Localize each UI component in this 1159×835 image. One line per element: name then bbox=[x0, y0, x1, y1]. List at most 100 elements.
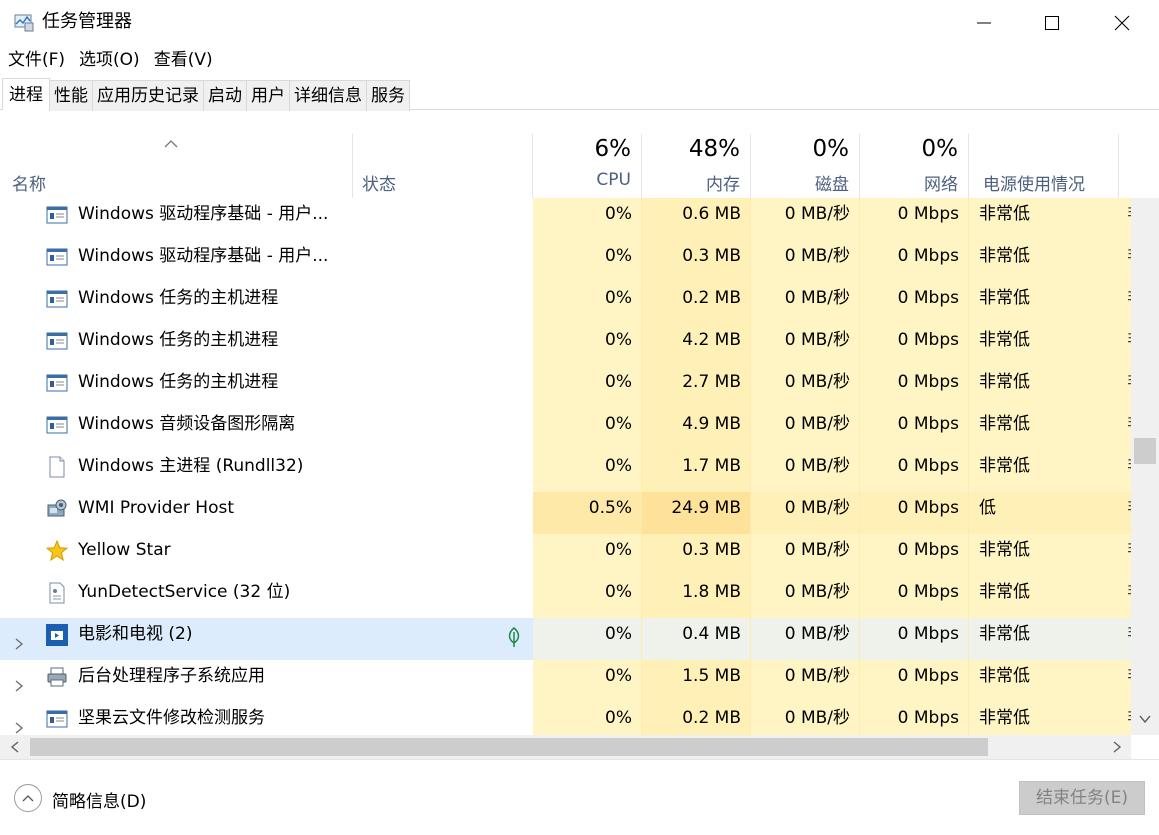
close-button[interactable] bbox=[1093, 0, 1151, 46]
process-name-cell[interactable]: Windows 任务的主机进程 bbox=[0, 324, 353, 366]
tab-app-history[interactable]: 应用历史记录 bbox=[92, 80, 204, 111]
process-name-cell[interactable]: Windows 任务的主机进程 bbox=[0, 366, 353, 408]
process-name-cell[interactable]: 电影和电视 (2) bbox=[0, 618, 353, 660]
process-name-cell[interactable]: Windows 驱动程序基础 - 用户... bbox=[0, 240, 353, 282]
process-power-trend: 非 bbox=[1119, 282, 1131, 324]
horizontal-scrollbar[interactable] bbox=[0, 735, 1131, 759]
process-power-trend: 非 bbox=[1119, 534, 1131, 576]
process-row[interactable]: Windows 驱动程序基础 - 用户... 0% 0.3 MB 0 MB/秒 0 Mb… bbox=[0, 240, 1131, 282]
vertical-scrollbar[interactable] bbox=[1131, 198, 1159, 735]
process-power-trend: 非 bbox=[1119, 492, 1131, 534]
title-bar: 任务管理器 bbox=[0, 0, 1159, 46]
chevron-right-icon[interactable] bbox=[12, 672, 26, 692]
vertical-scroll-thumb[interactable] bbox=[1134, 438, 1156, 464]
process-row[interactable]: Windows 音频设备图形隔离 0%4.9 MB0 MB/秒0 Mbps非常低非 bbox=[0, 408, 1131, 450]
column-header-cpu[interactable]: 6% CPU bbox=[533, 134, 642, 198]
process-name: Windows 任务的主机进程 bbox=[78, 372, 279, 392]
process-cpu: 0% bbox=[533, 240, 642, 282]
process-memory: 0.2 MB bbox=[642, 282, 751, 324]
process-name-cell[interactable]: 后台处理程序子系统应用 bbox=[0, 660, 353, 702]
movies-tv-icon bbox=[46, 624, 68, 646]
column-header-name-label: 名称 bbox=[12, 175, 46, 195]
process-row[interactable]: 电影和电视 (2) 0%0.4 MB0 MB/秒0 Mbps非常低非 bbox=[0, 618, 1131, 660]
scroll-right-arrow-icon[interactable] bbox=[1110, 740, 1124, 754]
process-name-cell[interactable]: Windows 音频设备图形隔离 bbox=[0, 408, 353, 450]
process-row[interactable]: Windows 任务的主机进程 0%2.7 MB0 MB/秒0 Mbps非常低非 bbox=[0, 366, 1131, 408]
process-memory: 1.8 MB bbox=[642, 576, 751, 618]
fewer-details-button[interactable] bbox=[14, 784, 42, 812]
sort-ascending-icon bbox=[163, 134, 179, 153]
process-name: Windows 驱动程序基础 - 用户... bbox=[78, 246, 329, 266]
column-header-disk-label: 磁盘 bbox=[815, 175, 849, 195]
scroll-down-arrow-icon[interactable] bbox=[1138, 712, 1152, 726]
process-name-cell[interactable]: Yellow Star bbox=[0, 534, 353, 576]
process-network: 0 Mbps bbox=[860, 198, 969, 240]
window-app-icon bbox=[46, 288, 68, 310]
process-name: 电影和电视 (2) bbox=[78, 624, 193, 644]
menu-view[interactable]: 查看(V) bbox=[146, 46, 213, 74]
memory-total-percent: 48% bbox=[688, 136, 740, 162]
tab-users[interactable]: 用户 bbox=[246, 80, 290, 111]
tab-processes[interactable]: 进程 bbox=[2, 78, 50, 110]
tab-startup[interactable]: 启动 bbox=[203, 80, 247, 111]
process-disk: 0 MB/秒 bbox=[751, 450, 860, 492]
process-power-usage: 非常低 bbox=[969, 324, 1119, 366]
process-row[interactable]: 后台处理程序子系统应用 0%1.5 MB0 MB/秒0 Mbps非常低非 bbox=[0, 660, 1131, 702]
process-power-trend: 非 bbox=[1119, 240, 1131, 282]
process-name-cell[interactable]: 坚果云文件修改检测服务 bbox=[0, 702, 353, 735]
column-header-disk[interactable]: 0% 磁盘 bbox=[751, 134, 860, 198]
process-name-cell[interactable]: Windows 驱动程序基础 - 用户... bbox=[0, 198, 353, 240]
maximize-button[interactable] bbox=[1023, 0, 1081, 46]
process-row[interactable]: 坚果云文件修改检测服务 0%0.2 MB0 MB/秒0 Mbps非常低非 bbox=[0, 702, 1131, 735]
process-row[interactable]: Windows 驱动程序基础 - 用户... 0% 0.6 MB 0 MB/秒 0 Mb… bbox=[0, 198, 1131, 240]
window-title: 任务管理器 bbox=[42, 11, 132, 32]
tab-performance[interactable]: 性能 bbox=[49, 80, 93, 111]
process-power-usage: 非常低 bbox=[969, 450, 1119, 492]
process-memory: 1.5 MB bbox=[642, 660, 751, 702]
process-name-cell[interactable]: Windows 任务的主机进程 bbox=[0, 282, 353, 324]
process-row[interactable]: Yellow Star 0%0.3 MB0 MB/秒0 Mbps非常低非 bbox=[0, 534, 1131, 576]
process-power-trend: 非 bbox=[1119, 324, 1131, 366]
column-header-status[interactable]: 状态 bbox=[353, 134, 533, 198]
wmi-host-icon bbox=[46, 498, 68, 520]
process-status-cell bbox=[353, 450, 533, 492]
column-header-power[interactable]: 电源使用情况 bbox=[969, 134, 1119, 198]
cpu-total-percent: 6% bbox=[594, 136, 632, 162]
process-name-cell[interactable]: Windows 主进程 (Rundll32) bbox=[0, 450, 353, 492]
tab-strip: 进程 性能 应用历史记录 启动 用户 详细信息 服务 bbox=[0, 78, 1159, 111]
chevron-up-icon bbox=[22, 795, 34, 802]
process-network: 0 Mbps bbox=[860, 702, 969, 735]
fewer-details-label[interactable]: 简略信息(D) bbox=[52, 787, 146, 812]
process-cpu: 0% bbox=[533, 408, 642, 450]
process-row[interactable]: Windows 主进程 (Rundll32) 0% 1.7 MB 0 MB/秒 0 Mb… bbox=[0, 450, 1131, 492]
horizontal-scroll-thumb[interactable] bbox=[30, 738, 988, 756]
tab-details[interactable]: 详细信息 bbox=[289, 80, 367, 111]
process-disk: 0 MB/秒 bbox=[751, 492, 860, 534]
window-app-icon bbox=[46, 372, 68, 394]
process-cpu: 0% bbox=[533, 324, 642, 366]
chevron-right-icon[interactable] bbox=[12, 630, 26, 650]
column-header-network[interactable]: 0% 网络 bbox=[860, 134, 969, 198]
process-row[interactable]: Windows 任务的主机进程 0%4.2 MB0 MB/秒0 Mbps非常低非 bbox=[0, 324, 1131, 366]
scroll-left-arrow-icon[interactable] bbox=[8, 740, 22, 754]
minimize-button[interactable] bbox=[955, 0, 1013, 46]
process-name-cell[interactable]: YunDetectService (32 位) bbox=[0, 576, 353, 618]
process-network: 0 Mbps bbox=[860, 240, 969, 282]
column-header-name[interactable]: 名称 bbox=[0, 134, 353, 198]
column-header-power-trend[interactable]: 电源 bbox=[1119, 134, 1131, 198]
process-status-cell bbox=[353, 702, 533, 735]
printer-icon bbox=[46, 666, 68, 688]
process-row[interactable]: Windows 任务的主机进程 0%0.2 MB0 MB/秒0 Mbps非常低非 bbox=[0, 282, 1131, 324]
menu-options[interactable]: 选项(O) bbox=[71, 46, 140, 74]
end-task-button[interactable]: 结束任务(E) bbox=[1019, 781, 1145, 815]
process-power-usage: 非常低 bbox=[969, 660, 1119, 702]
process-row[interactable]: WMI Provider Host 0.5% 24.9 MB 0 MB/秒 0 Mbps… bbox=[0, 492, 1131, 534]
column-header-memory[interactable]: 48% 内存 bbox=[642, 134, 751, 198]
close-icon bbox=[1114, 15, 1130, 31]
menu-file[interactable]: 文件(F) bbox=[0, 46, 65, 74]
process-row[interactable]: YunDetectService (32 位) 0% 1.8 MB 0 MB/秒 0 M… bbox=[0, 576, 1131, 618]
chevron-right-icon[interactable] bbox=[12, 714, 26, 734]
process-status-cell bbox=[353, 492, 533, 534]
tab-services[interactable]: 服务 bbox=[366, 80, 410, 111]
process-name-cell[interactable]: WMI Provider Host bbox=[0, 492, 353, 534]
